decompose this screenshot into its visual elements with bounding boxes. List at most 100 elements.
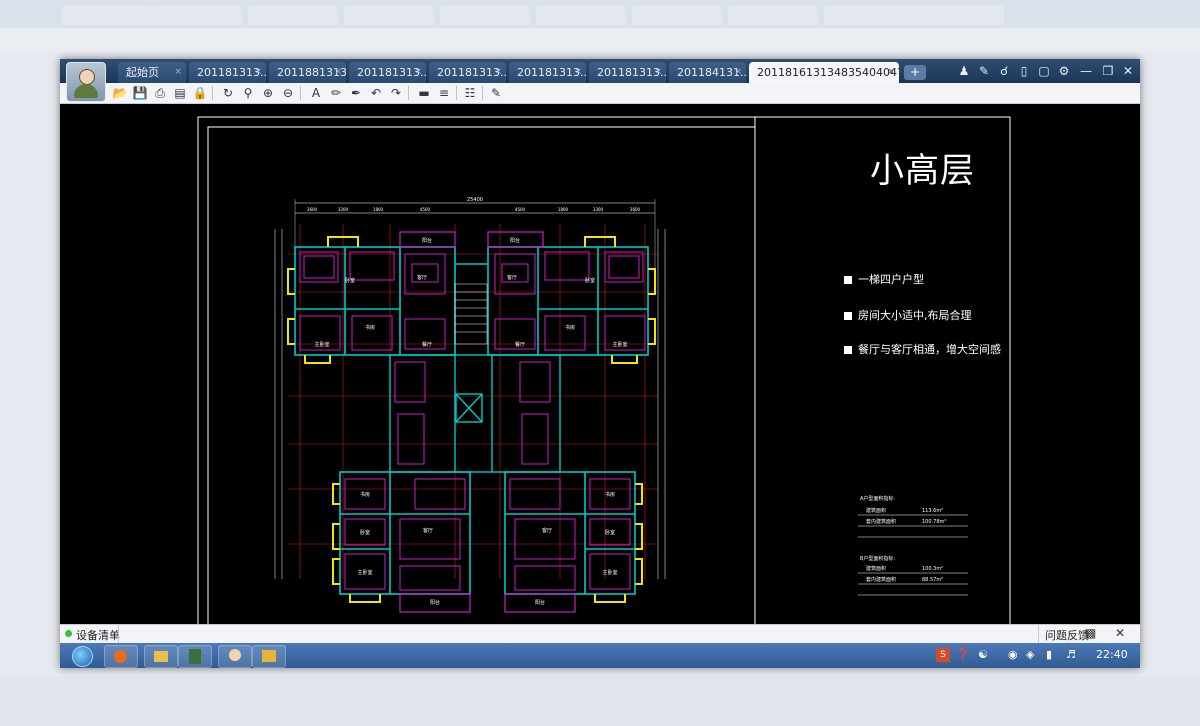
tab-close-icon[interactable]: ×	[334, 62, 342, 83]
taskbar-user-icon[interactable]	[218, 645, 252, 668]
background-tab	[344, 5, 434, 25]
zoom-out-icon[interactable]: ⊖	[280, 85, 296, 101]
rotate-icon[interactable]: ↻	[220, 85, 236, 101]
room-label: 阳台	[422, 237, 432, 244]
background-tab	[62, 5, 152, 25]
chat-icon[interactable]: ▩	[1085, 626, 1096, 640]
start-button[interactable]	[66, 643, 96, 668]
tab-close-icon[interactable]: ×	[574, 62, 582, 83]
measure-icon[interactable]: ▬	[416, 85, 432, 101]
room-label: 书房	[605, 491, 615, 498]
bullet-item: 餐厅与客厅相通，增大空间感	[844, 341, 1001, 357]
zoom-in-icon[interactable]: ⊕	[260, 85, 276, 101]
new-tab-button[interactable]: +	[904, 65, 926, 80]
layers-icon[interactable]: ☷	[462, 85, 478, 101]
bullet-item: 房间大小适中,布局合理	[844, 307, 972, 323]
drawing-border	[197, 116, 1011, 624]
layer-lines-icon[interactable]: ≡	[436, 85, 452, 101]
tab-close-icon[interactable]: ×	[414, 62, 422, 83]
text-icon[interactable]: A	[308, 85, 324, 101]
tray-volume-icon[interactable]: ♬	[1066, 648, 1076, 661]
tab-file[interactable]: 2011881313...×	[269, 62, 346, 83]
tray-app-icon[interactable]: ◈	[1026, 648, 1034, 661]
drawing-canvas[interactable]: 25400 3600 3300 1800 4500 4500 1800 3300…	[60, 104, 1140, 624]
clock[interactable]: 22:40	[1096, 648, 1128, 661]
top-dimension: 3600	[307, 207, 318, 212]
avatar[interactable]	[66, 62, 106, 102]
area-row-value: 100.78m²	[922, 519, 946, 525]
tray-network-icon[interactable]: ☯	[978, 648, 988, 661]
top-dimension: 4500	[515, 207, 526, 212]
share-icon[interactable]: ✎	[976, 63, 992, 79]
folder-shape	[154, 651, 168, 662]
room-label: 客厅	[507, 274, 517, 281]
taskbar-app-icon[interactable]	[252, 645, 286, 668]
tab-close-icon[interactable]: ×	[254, 62, 262, 83]
taskbar-browser-icon[interactable]	[104, 645, 138, 668]
minimize-icon[interactable]: —	[1078, 63, 1094, 79]
tray-signal-icon[interactable]: ▮	[1046, 648, 1052, 661]
cad-viewer-window: 起始页 × 201181313...× 2011881313...× 201181…	[60, 59, 1140, 668]
gear-icon[interactable]: ⚙	[1056, 63, 1072, 79]
redo-icon[interactable]: ↷	[388, 85, 404, 101]
save-icon[interactable]: 💾	[132, 85, 148, 101]
taskbar-explorer-icon[interactable]	[144, 645, 178, 668]
open-folder-icon[interactable]: 📂	[112, 85, 128, 101]
taskbar-books-icon[interactable]	[178, 645, 212, 668]
tray-security-icon[interactable]: ◉	[1008, 648, 1018, 661]
fullscreen-icon[interactable]: ▢	[1036, 63, 1052, 79]
room-label: 阳台	[430, 599, 440, 606]
device-list-label[interactable]: 设备清单	[76, 627, 120, 643]
stair	[454, 283, 488, 345]
area-row-label: 建筑面积	[866, 565, 886, 572]
tab-file[interactable]: 201181313... ×	[589, 62, 666, 83]
pencil-icon[interactable]: ✏	[328, 85, 344, 101]
lock-icon[interactable]: 🔒	[192, 85, 208, 101]
tab-close-icon[interactable]: ×	[654, 62, 662, 83]
tab-close-icon[interactable]: ×	[494, 62, 502, 83]
close-icon[interactable]: ✕	[1120, 63, 1136, 79]
avatar-body	[74, 84, 98, 98]
tab-file[interactable]: 201181313... ×	[429, 62, 506, 83]
restore-icon[interactable]: ❐	[1100, 63, 1116, 79]
room-label: 书房	[365, 324, 375, 331]
zoom-window-icon[interactable]: ⚲	[240, 85, 256, 101]
close-icon[interactable]: ✕	[1115, 626, 1125, 640]
tab-close-icon[interactable]: ×	[734, 62, 742, 83]
mobile-icon[interactable]: ▯	[1016, 63, 1032, 79]
tab-file[interactable]: 201181313... ×	[509, 62, 586, 83]
toolbar: 📂 💾 ⎙ ▤ 🔒 ↻ ⚲ ⊕ ⊖ A ✏ ✒ ↶ ↷ ▬ ≡ ☷ ✎	[60, 83, 1140, 104]
room-label: 主卧室	[602, 569, 617, 576]
area-row-value: 113.6m²	[922, 508, 943, 514]
taskbar: S ❓ ☯ ◉ ◈ ▮ ♬ 22:40	[60, 643, 1140, 668]
bullet-square-icon	[844, 276, 852, 284]
tab-file[interactable]: 201181313... ×	[189, 62, 266, 83]
tab-home[interactable]: 起始页 ×	[118, 62, 186, 83]
tab-file[interactable]: 201184131... ×	[669, 62, 746, 83]
area-a-heading: A户型面积指标:	[860, 495, 895, 502]
top-dimension: 1800	[373, 207, 384, 212]
bullet-text: 一梯四户户型	[858, 273, 924, 286]
chat-icon[interactable]: ☌	[996, 63, 1012, 79]
background-toolbar	[0, 28, 1200, 52]
tab-file-active[interactable]: 2011816131348354040470.d...×	[749, 62, 899, 83]
area-row-label: 套内建筑面积	[866, 518, 896, 525]
background-tab	[824, 5, 1004, 25]
edit-document-icon[interactable]: ✎	[488, 85, 504, 101]
tab-file[interactable]: 201181313... ×	[349, 62, 426, 83]
bullet-square-icon	[844, 312, 852, 320]
tab-close-icon[interactable]: ×	[174, 62, 182, 83]
print-icon[interactable]: ⎙	[152, 85, 168, 101]
tab-close-icon[interactable]: ×	[887, 62, 895, 83]
overall-dimension: 25400	[467, 197, 483, 203]
marker-icon[interactable]: ✒	[348, 85, 364, 101]
export-pdf-icon[interactable]: ▤	[172, 85, 188, 101]
tab-label: 起始页	[126, 66, 159, 79]
tray-help-icon[interactable]: ❓	[956, 648, 970, 661]
undo-icon[interactable]: ↶	[368, 85, 384, 101]
background-tabbar	[0, 0, 1200, 28]
bullet-square-icon	[844, 346, 852, 354]
users-icon[interactable]: ♟	[956, 63, 972, 79]
tray-sogou-icon[interactable]: S	[936, 648, 950, 662]
feedback-button[interactable]: 问题反馈	[1045, 627, 1089, 643]
